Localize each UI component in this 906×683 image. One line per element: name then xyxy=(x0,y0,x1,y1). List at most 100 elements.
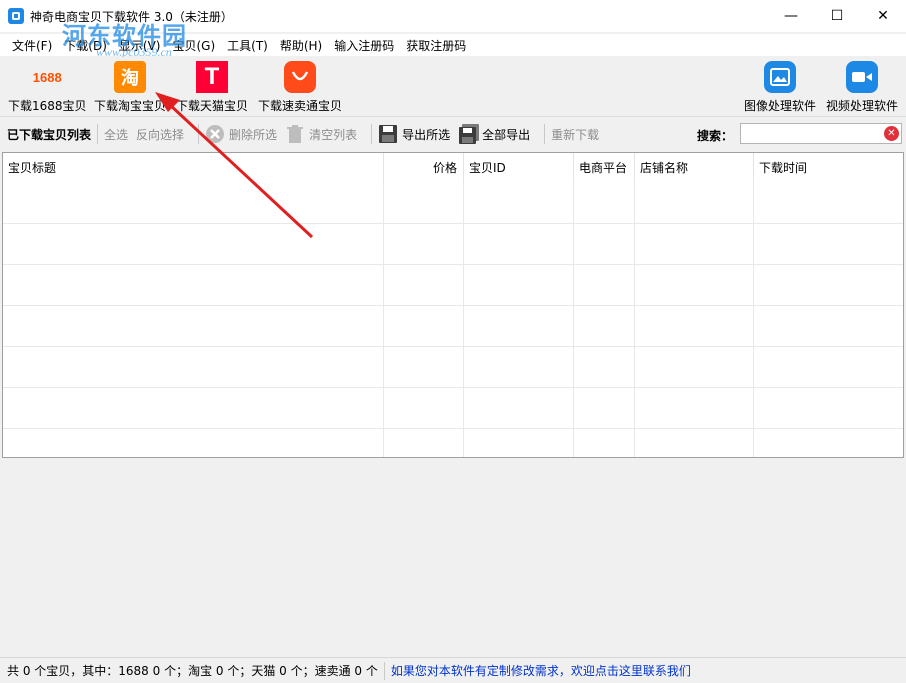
column-header-platform[interactable]: 电商平台 xyxy=(574,153,635,183)
maximize-button[interactable]: ☐ xyxy=(814,0,860,32)
table-row[interactable] xyxy=(3,429,903,457)
menu-tools[interactable]: 工具(T) xyxy=(221,37,274,54)
tmall-logo-icon: T xyxy=(196,61,228,93)
table-cell xyxy=(635,388,754,429)
column-header-price[interactable]: 价格 xyxy=(384,153,464,183)
table-cell xyxy=(384,224,464,265)
aliexpress-bag-icon xyxy=(284,61,316,93)
status-summary: 共 0 个宝贝，其中：1688 0 个；淘宝 0 个；天猫 0 个；速卖通 0 … xyxy=(7,664,378,678)
table-cell xyxy=(754,347,903,388)
table-row[interactable] xyxy=(3,388,903,429)
table-cell xyxy=(464,429,574,457)
table-cell xyxy=(464,224,574,265)
export-all-button[interactable]: 全部导出 xyxy=(458,124,530,144)
redownload-button[interactable]: 重新下载 xyxy=(551,126,599,143)
image-icon xyxy=(764,61,796,93)
table-cell xyxy=(384,429,464,457)
download-taobao-button[interactable]: 淘 下载淘宝宝贝 xyxy=(94,61,166,114)
table-cell xyxy=(464,347,574,388)
table-cell xyxy=(3,306,384,347)
table-cell xyxy=(384,265,464,306)
table-cell xyxy=(384,183,464,224)
table-cell xyxy=(574,306,635,347)
delete-selected-label: 删除所选 xyxy=(229,127,278,142)
delete-circle-icon xyxy=(205,124,225,144)
table-cell xyxy=(3,183,384,224)
taobao-logo-icon: 淘 xyxy=(114,61,146,93)
download-aliexpress-label: 下载速卖通宝贝 xyxy=(258,99,343,113)
download-aliexpress-button[interactable]: 下载速卖通宝贝 xyxy=(258,61,342,114)
column-header-shop[interactable]: 店铺名称 xyxy=(635,153,754,183)
table-cell xyxy=(464,183,574,224)
app-icon xyxy=(8,8,24,24)
image-tool-button[interactable]: 图像处理软件 xyxy=(744,61,816,114)
table-cell xyxy=(754,306,903,347)
invert-select-button[interactable]: 反向选择 xyxy=(136,126,184,143)
download-1688-button[interactable]: 1688 下载1688宝贝 xyxy=(8,61,87,114)
table-row[interactable] xyxy=(3,306,903,347)
table-row[interactable] xyxy=(3,224,903,265)
export-all-label: 全部导出 xyxy=(482,127,531,142)
video-tool-label: 视频处理软件 xyxy=(826,99,899,113)
download-taobao-label: 下载淘宝宝贝 xyxy=(94,99,167,113)
menu-enter-regcode[interactable]: 输入注册码 xyxy=(328,37,400,54)
table-cell xyxy=(635,306,754,347)
save-disk-icon xyxy=(378,124,398,144)
table-row[interactable] xyxy=(3,265,903,306)
downloaded-goods-table: 宝贝标题 价格 宝贝ID 电商平台 店铺名称 下载时间 xyxy=(2,152,904,458)
table-cell xyxy=(3,388,384,429)
table-cell xyxy=(464,388,574,429)
main-toolbar: 1688 下载1688宝贝 淘 下载淘宝宝贝 T 下载天猫宝贝 下载速卖通宝贝 … xyxy=(0,57,906,117)
toolbar-divider xyxy=(97,124,99,144)
table-cell xyxy=(574,388,635,429)
table-cell xyxy=(635,224,754,265)
column-header-time[interactable]: 下载时间 xyxy=(754,153,903,183)
export-selected-label: 导出所选 xyxy=(402,127,451,142)
table-cell xyxy=(574,265,635,306)
table-cell xyxy=(3,347,384,388)
search-input[interactable] xyxy=(740,123,902,144)
clear-list-button[interactable]: 清空列表 xyxy=(285,124,357,144)
table-cell xyxy=(635,347,754,388)
download-1688-label: 下载1688宝贝 xyxy=(8,99,87,113)
table-cell xyxy=(754,265,903,306)
table-cell xyxy=(3,265,384,306)
table-cell xyxy=(635,183,754,224)
minimize-button[interactable]: — xyxy=(768,0,814,32)
table-cell xyxy=(384,306,464,347)
table-cell xyxy=(754,388,903,429)
table-cell xyxy=(635,429,754,457)
search-label: 搜索： xyxy=(697,129,734,143)
menu-file[interactable]: 文件(F) xyxy=(6,37,58,54)
table-cell xyxy=(574,347,635,388)
table-cell xyxy=(3,429,384,457)
column-header-id[interactable]: 宝贝ID xyxy=(464,153,574,183)
export-selected-button[interactable]: 导出所选 xyxy=(378,124,450,144)
table-cell xyxy=(754,224,903,265)
menu-get-regcode[interactable]: 获取注册码 xyxy=(400,37,472,54)
list-title: 已下载宝贝列表 xyxy=(7,127,92,142)
table-cell xyxy=(574,224,635,265)
column-header-title[interactable]: 宝贝标题 xyxy=(3,153,384,183)
video-tool-button[interactable]: 视频处理软件 xyxy=(826,61,898,114)
close-button[interactable]: ✕ xyxy=(860,0,906,32)
status-divider xyxy=(383,661,385,680)
table-row[interactable] xyxy=(3,347,903,388)
select-all-button[interactable]: 全选 xyxy=(104,126,128,143)
toolbar-divider xyxy=(198,124,200,144)
delete-selected-button[interactable]: 删除所选 xyxy=(205,124,277,144)
toolbar-divider xyxy=(544,124,546,144)
table-row[interactable] xyxy=(3,183,903,224)
video-camera-icon xyxy=(846,61,878,93)
download-tmall-label: 下载天猫宝贝 xyxy=(176,99,249,113)
download-tmall-button[interactable]: T 下载天猫宝贝 xyxy=(176,61,248,114)
image-tool-label: 图像处理软件 xyxy=(744,99,817,113)
table-cell xyxy=(635,265,754,306)
table-cell xyxy=(754,429,903,457)
table-cell xyxy=(574,183,635,224)
clear-search-icon[interactable]: ✕ xyxy=(884,126,899,141)
save-all-disk-icon xyxy=(458,124,480,144)
menu-help[interactable]: 帮助(H) xyxy=(274,37,328,54)
contact-link[interactable]: 如果您对本软件有定制修改需求，欢迎点击这里联系我们 xyxy=(391,662,691,679)
clear-list-label: 清空列表 xyxy=(309,127,358,142)
